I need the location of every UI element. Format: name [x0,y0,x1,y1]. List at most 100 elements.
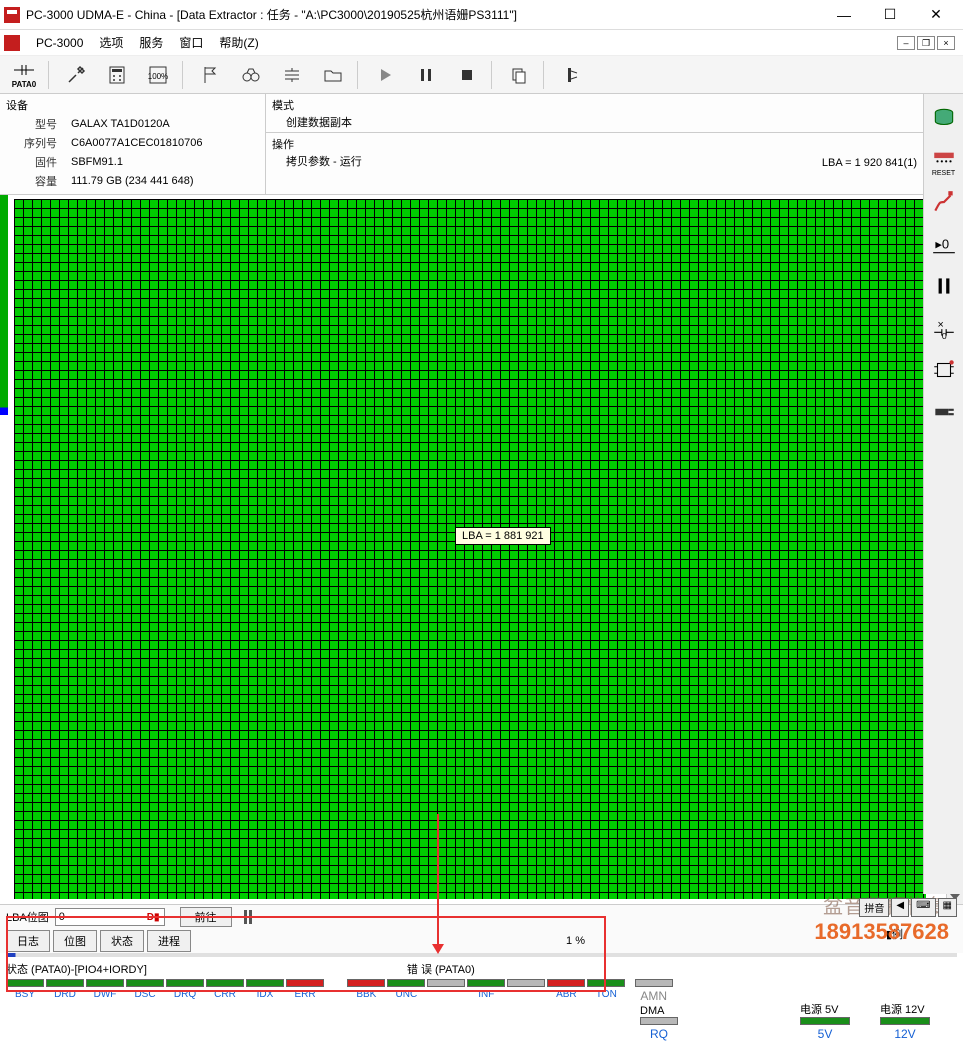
ime-btn-1[interactable]: ◀ [891,898,909,917]
probe-icon[interactable] [926,184,962,220]
led-err-5: ABR [547,979,585,1000]
menu-bar: PC-3000 选项 服务 窗口 帮助(Z) – ❐ × [0,30,963,56]
nav-row: LBA位图 D▮ 前往 [0,905,963,929]
info-bar: 设备 型号GALAX TA1D0120A 序列号C6A0077A1CEC0181… [0,94,963,195]
led-err-3: INF [467,979,505,1000]
stop-button[interactable] [447,59,487,91]
ime-mode[interactable]: 拼音 [859,898,889,917]
tab-status[interactable]: 状态 [100,930,144,952]
app-icon [4,7,20,23]
maximize-button[interactable]: ☐ [867,0,913,30]
operation-panel: 操作 拷贝参数 - 运行 LBA = 1 920 841(1) [266,133,963,171]
goto-button[interactable]: 前往 [180,907,232,927]
mdi-minimize-button[interactable]: – [897,36,915,50]
tab-row: 日志 位图 状态 进程 1 % [0,929,963,953]
play-button[interactable] [365,59,405,91]
led-dsc: DSC [126,979,164,1000]
device-model: GALAX TA1D0120A [63,116,207,133]
legend-label: ▮例 [886,926,903,942]
binoculars-icon[interactable] [231,59,271,91]
led-bsy: BSY [6,979,44,1000]
led-err-2 [427,979,465,989]
led-drd: DRD [46,979,84,1000]
menu-window[interactable]: 窗口 [171,34,211,51]
pause-icon[interactable] [926,268,962,304]
device-panel: 设备 型号GALAX TA1D0120A 序列号C6A0077A1CEC0181… [0,94,266,194]
calc-icon[interactable] [97,59,137,91]
led-dwf: DWF [86,979,124,1000]
power-12v: 电源 12V 12V [880,1001,930,1041]
bitmap-canvas[interactable]: LBA = 1 881 921 [8,195,946,904]
device-header: 设备 [6,96,259,114]
connector-icon[interactable] [926,394,962,430]
tab-process[interactable]: 进程 [147,930,191,952]
menu-help[interactable]: 帮助(Z) [211,34,266,51]
progress-percent: 1 % [194,935,957,947]
led-err-0: BBK [347,979,385,1000]
nav-pause-icon[interactable] [244,910,252,924]
tools-icon[interactable] [56,59,96,91]
status-leds: BSYDRDDWFDSCDRQCRRIDXERR [6,979,324,1000]
minimize-button[interactable]: — [821,0,867,30]
tab-log[interactable]: 日志 [6,930,50,952]
annotation-arrow [437,814,439,952]
flag-icon[interactable] [190,59,230,91]
toolbar: PATA0 100% [0,56,963,94]
mode-value: 创建数据副本 [272,114,957,130]
close-button[interactable]: ✕ [913,0,959,30]
dma-group: DMA RQ [640,1005,678,1041]
led-idx: IDX [246,979,284,1000]
bitmap-area: LBA = 1 881 921 [0,195,963,905]
power-5v: 电源 5V 5V [800,1001,850,1041]
error-header: 错 误 (PATA0) [407,961,475,977]
stack-icon[interactable] [272,59,312,91]
zero-span-icon[interactable]: ×0 [926,310,962,346]
copy-icon[interactable] [499,59,539,91]
status-area: 状态 (PATA0)-[PIO4+IORDY] 错 误 (PATA0) BSYD… [0,957,963,1007]
zero-left-icon[interactable]: ▸0 [926,226,962,262]
led-err-4 [507,979,545,989]
led-err: ERR [286,979,324,1000]
menu-app-icon [4,35,20,51]
led-err-6: TON [587,979,625,1000]
lba-tooltip: LBA = 1 881 921 [455,527,551,545]
pata0-tool[interactable]: PATA0 [4,59,44,91]
right-toolbox: RESET ▸0 ×0 [923,94,963,894]
led-err-1: UNC [387,979,425,1000]
pause-button[interactable] [406,59,446,91]
chip-icon[interactable] [926,352,962,388]
led-crr: CRR [206,979,244,1000]
led-drq: DRQ [166,979,204,1000]
status-header: 状态 (PATA0)-[PIO4+IORDY] [6,961,147,977]
tab-bitmap[interactable]: 位图 [53,930,97,952]
window-title: PC-3000 UDMA-E - China - [Data Extractor… [26,6,821,23]
folder-icon[interactable] [313,59,353,91]
ime-bar[interactable]: 拼音 ◀ ⌨ ▦ [859,898,957,917]
error-leds: BBKUNC INF ABRTON [347,979,625,1000]
meter-icon[interactable] [551,59,591,91]
device-fw: SBFM91.1 [63,154,207,171]
mode-panel: 模式 创建数据副本 [266,94,963,133]
menu-pc3000[interactable]: PC-3000 [28,36,91,50]
menu-options[interactable]: 选项 [91,34,131,51]
device-serial: C6A0077A1CEC01810706 [63,135,207,152]
svg-text:▸0: ▸0 [935,236,949,251]
ime-btn-2[interactable]: ⌨ [911,898,935,917]
d-marker: D▮ [147,912,160,923]
percent-icon[interactable]: 100% [138,59,178,91]
device-capacity: 111.79 GB (234 441 648) [63,173,207,190]
mdi-close-button[interactable]: × [937,36,955,50]
map-left-gutter [0,195,8,904]
mdi-restore-button[interactable]: ❐ [917,36,935,50]
reset-icon[interactable]: RESET [926,142,962,178]
svg-text:×: × [937,319,943,331]
svg-text:100%: 100% [148,72,168,81]
lba-map-label: LBA位图 [6,909,49,925]
operation-value: 拷贝参数 - 运行 [272,153,822,169]
ime-btn-3[interactable]: ▦ [938,898,957,917]
menu-service[interactable]: 服务 [131,34,171,51]
title-bar: PC-3000 UDMA-E - China - [Data Extractor… [0,0,963,30]
amn-led: AMN [635,979,673,1003]
disk-icon[interactable] [926,100,962,136]
svg-text:0: 0 [941,331,946,341]
